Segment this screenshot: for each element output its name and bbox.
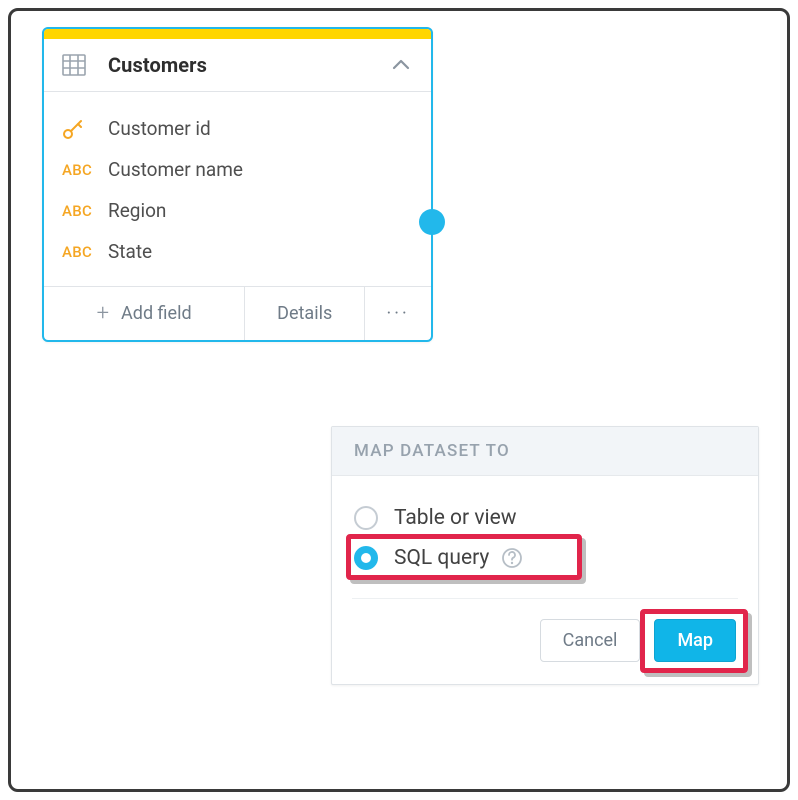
cancel-label: Cancel	[563, 630, 618, 651]
field-row[interactable]: ABC State	[44, 231, 431, 272]
key-icon	[62, 118, 108, 140]
help-icon[interactable]	[501, 547, 523, 569]
type-abc-icon: ABC	[62, 243, 108, 261]
radio-icon	[354, 506, 378, 530]
card-header[interactable]: Customers	[44, 39, 431, 92]
field-row[interactable]: ABC Region	[44, 190, 431, 231]
card-footer: + Add field Details ···	[44, 287, 431, 340]
more-icon: ···	[387, 303, 410, 324]
card-title: Customers	[108, 53, 391, 77]
field-row[interactable]: Customer id	[44, 108, 431, 149]
map-dataset-dialog: MAP DATASET TO Table or view SQL query	[331, 426, 759, 685]
cancel-button[interactable]: Cancel	[540, 619, 641, 662]
more-button[interactable]: ···	[365, 287, 431, 340]
plus-icon: +	[97, 301, 109, 326]
dialog-body: Table or view SQL query	[332, 476, 758, 584]
map-button[interactable]: Map	[654, 619, 736, 662]
type-abc-icon: ABC	[62, 202, 108, 220]
map-label: Map	[677, 630, 713, 651]
table-icon	[62, 54, 86, 76]
radio-table-or-view[interactable]: Table or view	[354, 500, 736, 536]
add-field-button[interactable]: + Add field	[44, 287, 245, 340]
add-field-label: Add field	[121, 303, 192, 324]
dialog-title: MAP DATASET TO	[332, 427, 758, 476]
app-frame: Customers Customer id ABC	[8, 8, 790, 792]
details-button[interactable]: Details	[245, 287, 365, 340]
chevron-up-icon[interactable]	[391, 58, 411, 72]
radio-sql-query[interactable]: SQL query	[354, 540, 736, 576]
radio-label: SQL query	[394, 546, 489, 570]
card-accent-strip	[44, 29, 431, 39]
field-name: State	[108, 240, 152, 263]
field-name: Region	[108, 199, 166, 222]
field-row[interactable]: ABC Customer name	[44, 149, 431, 190]
field-name: Customer id	[108, 117, 211, 140]
radio-label: Table or view	[394, 506, 517, 530]
details-label: Details	[277, 303, 332, 324]
field-list: Customer id ABC Customer name ABC Region…	[44, 92, 431, 287]
dialog-footer: Cancel Map	[332, 599, 758, 684]
field-name: Customer name	[108, 158, 243, 181]
radio-icon	[354, 546, 378, 570]
map-button-wrap: Map	[654, 619, 736, 662]
connection-dot-icon[interactable]	[419, 209, 445, 235]
type-abc-icon: ABC	[62, 161, 108, 179]
dataset-card: Customers Customer id ABC	[42, 27, 433, 342]
